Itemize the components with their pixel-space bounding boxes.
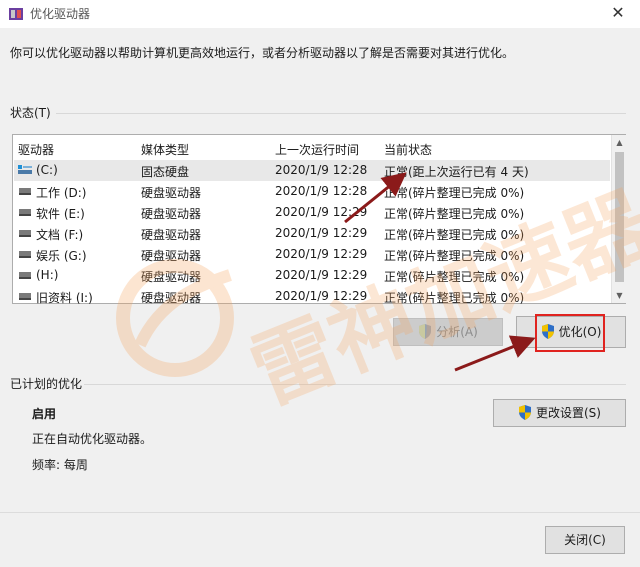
drive-row[interactable]: 文档 (F:) 硬盘驱动器 2020/1/9 12:29 正常(碎片整理已完成 … (14, 223, 610, 244)
hard-drive-icon (19, 188, 31, 195)
scheduled-section-label: 已计划的优化 (10, 377, 83, 391)
intro-text: 你可以优化驱动器以帮助计算机更高效地运行，或者分析驱动器以了解是否需要对其进行优… (10, 46, 515, 60)
current-status: 正常(碎片整理已完成 0%) (384, 207, 525, 221)
last-run-time: 2020/1/9 12:29 (275, 268, 368, 282)
hard-drive-icon (19, 209, 31, 216)
footer-area (0, 512, 640, 567)
vertical-scrollbar[interactable]: ▲ ▼ (611, 135, 626, 303)
drive-row[interactable]: 旧资料 (I:) 硬盘驱动器 2020/1/9 12:29 正常(碎片整理已完成… (14, 286, 610, 307)
drive-row[interactable]: (C:) 固态硬盘 2020/1/9 12:28 正常(距上次运行已有 4 天) (14, 160, 610, 181)
current-status: 正常(距上次运行已有 4 天) (384, 165, 529, 179)
analyze-button[interactable]: 分析(A) (393, 318, 503, 346)
drive-name: (H:) (36, 268, 59, 282)
drive-name: 工作 (D:) (36, 186, 87, 200)
hard-drive-icon (19, 293, 31, 300)
media-type: 硬盘驱动器 (141, 207, 202, 221)
uac-shield-icon (519, 405, 531, 420)
schedule-frequency: 频率: 每周 (32, 458, 88, 472)
media-type: 硬盘驱动器 (141, 291, 202, 305)
drive-name: (C:) (36, 163, 58, 177)
drive-name: 旧资料 (I:) (36, 291, 93, 305)
drive-name: 软件 (E:) (36, 207, 85, 221)
scroll-up-arrow-icon[interactable]: ▲ (612, 135, 627, 150)
drive-row[interactable]: 娱乐 (G:) 硬盘驱动器 2020/1/9 12:29 正常(碎片整理已完成 … (14, 244, 610, 265)
ssd-drive-icon (18, 165, 32, 174)
current-status: 正常(碎片整理已完成 0%) (384, 291, 525, 305)
change-settings-button[interactable]: 更改设置(S) (493, 399, 626, 427)
hard-drive-icon (19, 230, 31, 237)
hard-drive-icon (19, 272, 31, 279)
window-title: 优化驱动器 (30, 7, 91, 21)
scheduled-divider (84, 384, 626, 385)
drive-name: 文档 (F:) (36, 228, 84, 242)
current-status: 正常(碎片整理已完成 0%) (384, 186, 525, 200)
optimize-highlight-annotation (535, 314, 605, 352)
scroll-thumb[interactable] (615, 152, 624, 282)
hard-drive-icon (19, 251, 31, 258)
schedule-enabled-text: 启用 (32, 407, 57, 421)
window-close-button[interactable]: ✕ (600, 2, 636, 24)
current-status: 正常(碎片整理已完成 0%) (384, 249, 525, 263)
last-run-time: 2020/1/9 12:29 (275, 205, 368, 219)
close-button[interactable]: 关闭(C) (545, 526, 625, 554)
last-run-time: 2020/1/9 12:29 (275, 226, 368, 240)
media-type: 固态硬盘 (141, 165, 190, 179)
analyze-button-label: 分析(A) (436, 325, 478, 339)
drive-row[interactable]: 工作 (D:) 硬盘驱动器 2020/1/9 12:28 正常(碎片整理已完成 … (14, 181, 610, 202)
schedule-auto-text: 正在自动优化驱动器。 (32, 432, 153, 446)
drive-list[interactable]: 驱动器 媒体类型 上一次运行时间 当前状态 (C:) 固态硬盘 2020/1/9… (12, 134, 626, 307)
column-header-current-status[interactable]: 当前状态 (384, 141, 432, 158)
change-settings-button-label: 更改设置(S) (536, 406, 601, 420)
media-type: 硬盘驱动器 (141, 270, 202, 284)
last-run-time: 2020/1/9 12:28 (275, 184, 368, 198)
status-divider (56, 113, 626, 114)
current-status: 正常(碎片整理已完成 0%) (384, 270, 525, 284)
last-run-time: 2020/1/9 12:29 (275, 289, 368, 303)
media-type: 硬盘驱动器 (141, 249, 202, 263)
media-type: 硬盘驱动器 (141, 186, 202, 200)
status-section-label: 状态(T) (10, 106, 51, 120)
close-button-label: 关闭(C) (564, 533, 606, 547)
column-header-drive[interactable]: 驱动器 (18, 141, 54, 158)
defrag-app-icon (9, 8, 23, 20)
column-header-media-type[interactable]: 媒体类型 (141, 141, 189, 158)
current-status: 正常(碎片整理已完成 0%) (384, 228, 525, 242)
column-header-last-run[interactable]: 上一次运行时间 (275, 141, 359, 158)
title-bar: 优化驱动器 ✕ (0, 0, 640, 28)
drive-row[interactable]: (H:) 硬盘驱动器 2020/1/9 12:29 正常(碎片整理已完成 0%) (14, 265, 610, 286)
last-run-time: 2020/1/9 12:28 (275, 163, 368, 177)
drive-row[interactable]: 软件 (E:) 硬盘驱动器 2020/1/9 12:29 正常(碎片整理已完成 … (14, 202, 610, 223)
uac-shield-icon (419, 324, 432, 339)
scroll-down-arrow-icon[interactable]: ▼ (612, 288, 627, 303)
drive-name: 娱乐 (G:) (36, 249, 87, 263)
last-run-time: 2020/1/9 12:29 (275, 247, 368, 261)
media-type: 硬盘驱动器 (141, 228, 202, 242)
